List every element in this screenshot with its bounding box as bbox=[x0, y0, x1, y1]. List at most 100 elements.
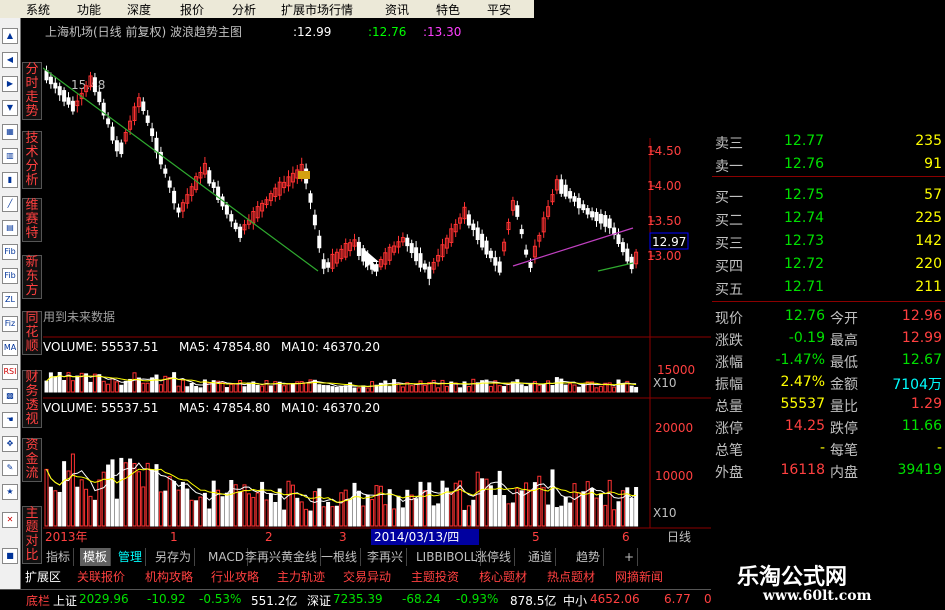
indicator-tab[interactable]: 李再兴 bbox=[364, 548, 408, 566]
quote-panel: 卖三 12.77 235 卖一 12.76 91 买一 12.75 57 买二 12.74 225 买三… bbox=[712, 133, 945, 493]
stat-label: 最低 bbox=[830, 355, 858, 371]
vtab-7[interactable]: 主题对比 bbox=[22, 506, 42, 564]
indicator-tab[interactable]: 趋势 bbox=[573, 548, 605, 566]
vtab-0[interactable]: 分时走势 bbox=[22, 62, 42, 120]
fib2-icon[interactable]: Fib bbox=[2, 268, 18, 284]
arrow-up-icon[interactable]: ▲ bbox=[2, 28, 18, 44]
arrow-down-icon[interactable]: ▼ bbox=[2, 100, 18, 116]
vtab-4[interactable]: 同花顺 bbox=[22, 311, 42, 355]
indicator-tab[interactable]: 管理 bbox=[115, 548, 147, 566]
order-volume: 142 bbox=[915, 233, 942, 249]
stat-value: 16118 bbox=[780, 462, 825, 478]
candle-body bbox=[163, 168, 168, 174]
volume-bar bbox=[598, 385, 603, 393]
candle-body bbox=[145, 115, 150, 123]
candle-icon[interactable]: ▮ bbox=[2, 172, 18, 188]
order-book-row: 卖一 12.76 91 bbox=[712, 153, 945, 176]
volume-bar bbox=[365, 494, 370, 527]
menu-ext-market[interactable]: 扩展市场行情 bbox=[281, 1, 353, 18]
order-book-row: 买一 12.75 57 bbox=[712, 184, 945, 207]
vtab-1[interactable]: 技术分析 bbox=[22, 131, 42, 189]
menu-analysis[interactable]: 分析 bbox=[232, 1, 256, 18]
menu-pingan[interactable]: 平安 bbox=[487, 1, 511, 18]
indicator-tab[interactable]: 通道 bbox=[525, 548, 557, 566]
volume-bar bbox=[70, 380, 75, 393]
rsi-icon[interactable]: RSI bbox=[2, 364, 18, 380]
extension-tab[interactable]: 主力轨迹 bbox=[277, 568, 325, 587]
extension-tab[interactable]: 网摘新闻 bbox=[615, 568, 663, 587]
volume-bar bbox=[488, 485, 493, 527]
vtab-char: 术 bbox=[25, 145, 39, 160]
indicator-tab[interactable]: 涨停线 bbox=[472, 548, 516, 566]
vtab-5[interactable]: 财务透视 bbox=[22, 370, 42, 428]
volume-bar bbox=[176, 489, 181, 527]
vtab-3[interactable]: 新东方 bbox=[22, 255, 42, 299]
volume-bar bbox=[612, 386, 617, 393]
menu-function[interactable]: 功能 bbox=[77, 1, 101, 18]
arrow-right-icon[interactable]: ▶ bbox=[2, 76, 18, 92]
arrow-left-icon[interactable]: ◀ bbox=[2, 52, 18, 68]
menu-news[interactable]: 资讯 bbox=[385, 1, 409, 18]
extension-tab[interactable]: 核心题材 bbox=[479, 568, 527, 587]
tool-icon[interactable]: ✥ bbox=[2, 436, 18, 452]
indicator-tab[interactable]: 模板 bbox=[80, 548, 112, 566]
menu-system[interactable]: 系统 bbox=[26, 1, 50, 18]
fiz-icon[interactable]: Fiz bbox=[2, 316, 18, 332]
volume-bar bbox=[414, 498, 419, 527]
candle-body bbox=[422, 263, 427, 270]
order-price: 12.71 bbox=[784, 279, 825, 295]
volume-bar bbox=[620, 383, 625, 393]
extension-tab[interactable]: 扩展区 bbox=[25, 568, 61, 587]
ma-icon[interactable]: MA bbox=[2, 340, 18, 356]
box-icon[interactable]: ■ bbox=[2, 548, 18, 564]
exit-icon[interactable]: ✕ bbox=[2, 512, 18, 528]
volume-bar bbox=[136, 471, 141, 527]
indicator-tab[interactable]: 李再兴黄金线 bbox=[242, 548, 322, 566]
volume-bar bbox=[550, 469, 555, 527]
vtab-6[interactable]: 资金流 bbox=[22, 438, 42, 482]
indicator-tab[interactable]: + bbox=[621, 548, 639, 566]
volume-bar bbox=[532, 482, 537, 527]
vtab-char: 同 bbox=[25, 311, 39, 326]
extension-tab[interactable]: 主题投资 bbox=[411, 568, 459, 587]
extension-tab[interactable]: 行业攻略 bbox=[211, 568, 259, 587]
grid-icon[interactable]: ▦ bbox=[2, 124, 18, 140]
extension-tab[interactable]: 热点题材 bbox=[547, 568, 595, 587]
indicator-tab[interactable]: 指标 bbox=[43, 548, 75, 566]
extension-tab[interactable]: 机构攻略 bbox=[145, 568, 193, 587]
vtab-char: 时 bbox=[25, 76, 39, 91]
vtab-char: 分 bbox=[25, 62, 39, 77]
vertical-tabs: 分时走势技术分析维赛特新东方同花顺财务透视资金流主题对比 bbox=[21, 18, 43, 566]
period-label[interactable]: 日线 bbox=[667, 530, 691, 544]
indicator-tab[interactable]: 另存为 bbox=[152, 548, 196, 566]
zl-icon[interactable]: ZL bbox=[2, 292, 18, 308]
menu-feature[interactable]: 特色 bbox=[436, 1, 460, 18]
menu-quote[interactable]: 报价 bbox=[180, 1, 204, 18]
kline-chart[interactable]: 上海机场(日线 前复权) 波浪趋势主图 :12.99 :12.76 :13.30… bbox=[42, 18, 711, 548]
volume-bar bbox=[563, 384, 568, 393]
xaxis-year: 2013年 bbox=[45, 530, 88, 544]
fill-icon[interactable]: ▩ bbox=[2, 388, 18, 404]
volume-bar bbox=[444, 385, 449, 393]
menu-depth[interactable]: 深度 bbox=[127, 1, 151, 18]
star-icon[interactable]: ★ bbox=[2, 484, 18, 500]
extension-tab[interactable]: 关联报价 bbox=[77, 568, 125, 587]
indicator-tab[interactable]: 一根线 bbox=[318, 548, 362, 566]
line-chart-icon[interactable]: ╱ bbox=[2, 196, 18, 212]
volume-bar bbox=[458, 480, 463, 527]
bar-chart-icon[interactable]: ▥ bbox=[2, 148, 18, 164]
status-label[interactable]: 底栏 bbox=[26, 592, 50, 609]
candle-body bbox=[356, 241, 361, 256]
kline-icon[interactable]: ▤ bbox=[2, 220, 18, 236]
indicator-tab[interactable]: LIBBIBOLL bbox=[413, 548, 482, 566]
fib-icon[interactable]: Fib bbox=[2, 244, 18, 260]
pen-icon[interactable]: ✎ bbox=[2, 460, 18, 476]
volume-bar bbox=[554, 377, 559, 393]
extension-tab[interactable]: 交易异动 bbox=[343, 568, 391, 587]
stat-value: 7104万 bbox=[892, 377, 942, 393]
volume-bar bbox=[110, 378, 115, 393]
hand-icon[interactable]: ☚ bbox=[2, 412, 18, 428]
vtab-2[interactable]: 维赛特 bbox=[22, 198, 42, 242]
volume-bar bbox=[88, 381, 93, 393]
volume-bar bbox=[282, 509, 287, 527]
